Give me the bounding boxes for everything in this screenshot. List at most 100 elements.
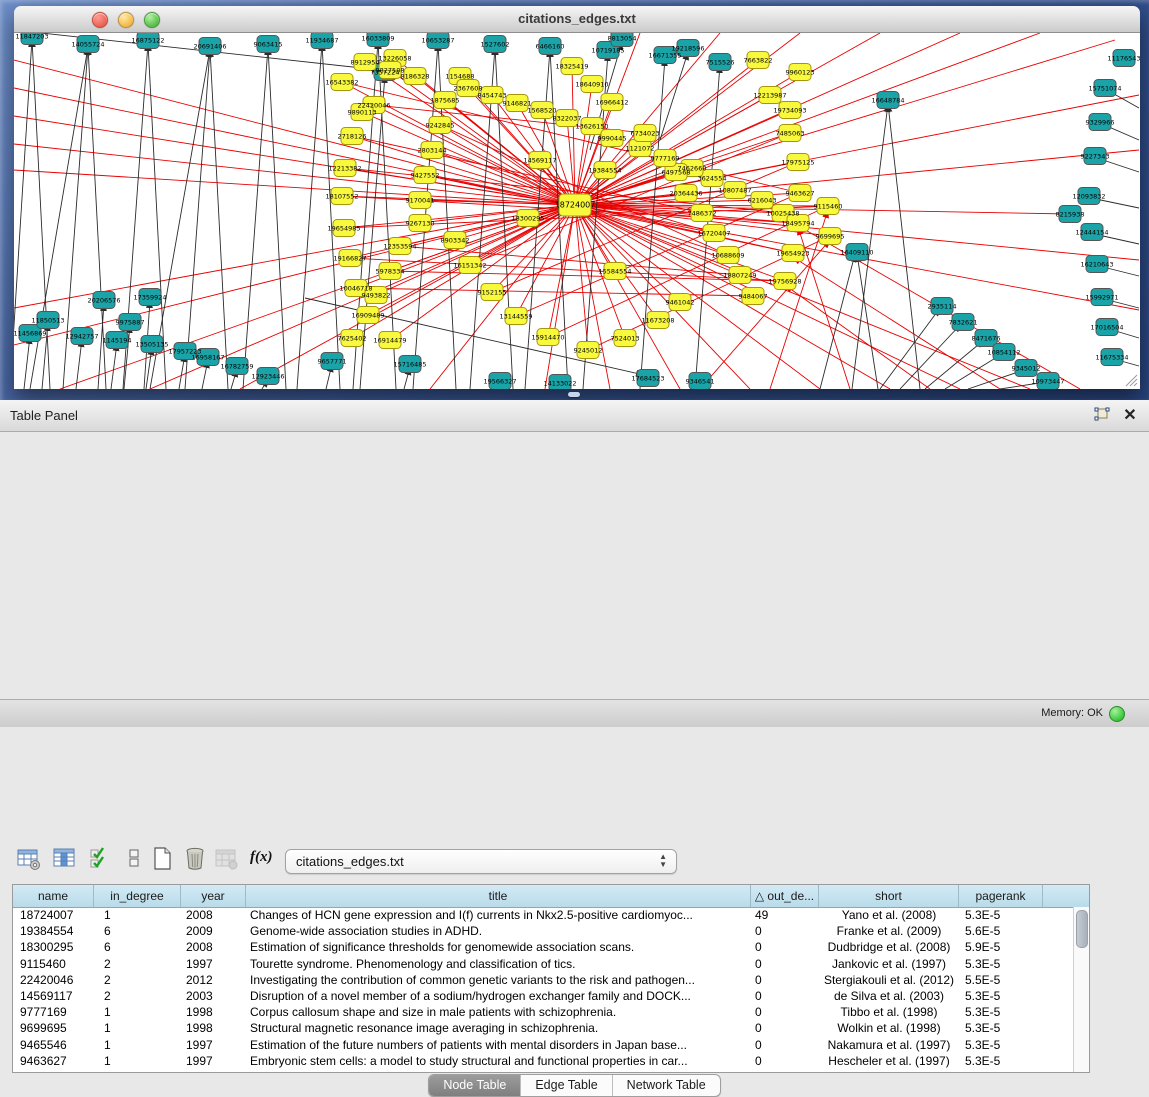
column-header-year[interactable]: year xyxy=(181,885,246,907)
table-cell: 9463627 xyxy=(13,1053,94,1069)
graph-node-label: 12093832 xyxy=(1072,192,1105,200)
graph-node-label: 19384554 xyxy=(588,166,621,174)
graph-node-label: 19166827 xyxy=(333,254,366,262)
float-panel-icon[interactable] xyxy=(1092,406,1112,426)
close-panel-icon[interactable]: ✕ xyxy=(1120,406,1140,426)
table-row[interactable]: 1938455462009Genome-wide association stu… xyxy=(13,923,1074,939)
graph-node-label: 17684523 xyxy=(631,374,664,382)
table-cell: 5.3E-5 xyxy=(959,1053,1043,1069)
node-table: namein_degreeyeartitle△ out_de...shortpa… xyxy=(12,884,1090,1073)
graph-node-label: 16914479 xyxy=(373,336,406,344)
graph-node-label: 1121072 xyxy=(626,144,655,152)
table-row[interactable]: 1830029562008Estimation of significance … xyxy=(13,939,1074,955)
graph-node-label: 18724007 xyxy=(555,200,596,209)
table-cell: 19384554 xyxy=(13,923,94,939)
table-cell: 6 xyxy=(94,939,181,955)
graph-node-label: 2718126 xyxy=(338,132,367,140)
graph-node-label: 17016504 xyxy=(1090,323,1123,331)
rows-icon[interactable] xyxy=(122,846,150,874)
table-cell: 0 xyxy=(751,988,819,1004)
delete-table-icon[interactable] xyxy=(182,846,210,874)
table-cell: 1 xyxy=(94,1053,181,1069)
graph-node-label: 9960123 xyxy=(786,68,815,76)
network-view[interactable]: 1184720314055724168751222069140690634151… xyxy=(14,33,1140,389)
graph-node-label: 1527602 xyxy=(481,40,510,48)
column-header-short[interactable]: short xyxy=(819,885,959,907)
table-cell: Disruption of a novel member of a sodium… xyxy=(246,988,751,1004)
graph-node-label: 19734093 xyxy=(773,106,806,114)
graph-node-label: 11850513 xyxy=(31,316,64,324)
new-table-icon[interactable] xyxy=(150,846,178,874)
show-columns-icon[interactable] xyxy=(52,846,80,874)
table-cell: 5.5E-5 xyxy=(959,972,1043,988)
column-header-out_de[interactable]: △ out_de... xyxy=(751,885,819,907)
graph-node-label: 12923446 xyxy=(251,372,284,380)
graph-node-label: 12444154 xyxy=(1075,228,1108,236)
table-row[interactable]: 946554611997Estimation of the future num… xyxy=(13,1037,1074,1053)
table-row[interactable]: 911546021997Tourette syndrome. Phenomeno… xyxy=(13,956,1074,972)
graph-node-label: 16909489 xyxy=(351,311,384,319)
table-cell: 1997 xyxy=(181,1037,246,1053)
network-window-titlebar[interactable]: citations_edges.txt xyxy=(14,6,1140,33)
column-header-pagerank[interactable]: pagerank xyxy=(959,885,1043,907)
column-header-name[interactable]: name xyxy=(13,885,94,907)
table-cell: 1 xyxy=(94,1004,181,1020)
graph-node-label: 13144559 xyxy=(499,312,532,320)
graph-node-label: 18107552 xyxy=(325,192,358,200)
table-options-icon[interactable] xyxy=(16,846,44,874)
graph-node-label: 9461042 xyxy=(666,298,695,306)
table-cell: Investigating the contribution of common… xyxy=(246,972,751,988)
graph-node-label: 1145194 xyxy=(103,336,132,344)
graph-node-label: 19218596 xyxy=(671,44,704,52)
graph-node-label: 16782759 xyxy=(220,362,253,370)
select-all-icon[interactable] xyxy=(88,846,116,874)
table-scrollbar-thumb[interactable] xyxy=(1076,910,1088,948)
graph-node-label: 9493822 xyxy=(362,291,391,299)
table-cell: Genome-wide association studies in ADHD. xyxy=(246,923,751,939)
graph-node-label: 10973447 xyxy=(1031,377,1064,385)
table-tabs: Node TableEdge TableNetwork Table xyxy=(428,1074,720,1097)
column-header-in_degree[interactable]: in_degree xyxy=(94,885,181,907)
table-row[interactable]: 977716911998Corpus callosum shape and si… xyxy=(13,1004,1074,1020)
table-cell: Hescheler et al. (1997) xyxy=(819,1053,959,1069)
table-cell: 0 xyxy=(751,923,819,939)
graph-node-label: 16966412 xyxy=(595,98,628,106)
window-resize-grip-icon[interactable] xyxy=(1122,371,1138,387)
tab-network-table[interactable]: Network Table xyxy=(612,1075,720,1096)
table-cell: 1 xyxy=(94,1037,181,1053)
table-source-value: citations_edges.txt xyxy=(296,854,404,869)
table-row[interactable]: 946362711997Embryonic stem cells: a mode… xyxy=(13,1053,1074,1069)
table-row[interactable]: 1456911722003Disruption of a novel membe… xyxy=(13,988,1074,1004)
table-row[interactable]: 2242004622012Investigating the contribut… xyxy=(13,972,1074,988)
status-bar: Memory: OK xyxy=(0,699,1149,727)
table-cell: Dudbridge et al. (2008) xyxy=(819,939,959,955)
column-header-title[interactable]: title xyxy=(246,885,751,907)
table-cell: 9699695 xyxy=(13,1020,94,1036)
graph-node-label: 10688609 xyxy=(711,251,744,259)
graph-node-label: 9463627 xyxy=(786,189,815,197)
graph-node-label: 15716485 xyxy=(393,360,426,368)
table-scrollbar[interactable] xyxy=(1073,907,1089,1072)
graph-node-label: 14569117 xyxy=(523,156,556,164)
table-cell: 1998 xyxy=(181,1004,246,1020)
table-header-row: namein_degreeyeartitle△ out_de...shortpa… xyxy=(13,885,1089,908)
tab-node-table[interactable]: Node Table xyxy=(429,1075,520,1096)
graph-node-label: 13505135 xyxy=(135,340,168,348)
tab-edge-table[interactable]: Edge Table xyxy=(520,1075,611,1096)
table-cell: 9115460 xyxy=(13,956,94,972)
table-cell: Structural magnetic resonance image aver… xyxy=(246,1020,751,1036)
graph-node-label: 19756928 xyxy=(768,277,801,285)
graph-node-label: 18300295 xyxy=(511,214,544,222)
graph-node-label: 11934687 xyxy=(305,36,338,44)
graph-node-label: 16875122 xyxy=(131,36,164,44)
table-row[interactable]: 969969511998Structural magnetic resonanc… xyxy=(13,1020,1074,1036)
network-canvas[interactable]: 1184720314055724168751222069140690634151… xyxy=(14,33,1140,389)
graph-node-label: 15992971 xyxy=(1085,293,1118,301)
split-pane-handle[interactable] xyxy=(568,392,580,397)
table-source-dropdown[interactable]: citations_edges.txt ▲▼ xyxy=(285,849,677,874)
function-builder-icon[interactable]: f(x) xyxy=(250,849,278,877)
table-cell: Corpus callosum shape and size in male p… xyxy=(246,1004,751,1020)
table-row[interactable]: 1872400712008Changes of HCN gene express… xyxy=(13,907,1074,923)
table-cell: 1997 xyxy=(181,956,246,972)
import-table-icon[interactable] xyxy=(214,846,242,874)
